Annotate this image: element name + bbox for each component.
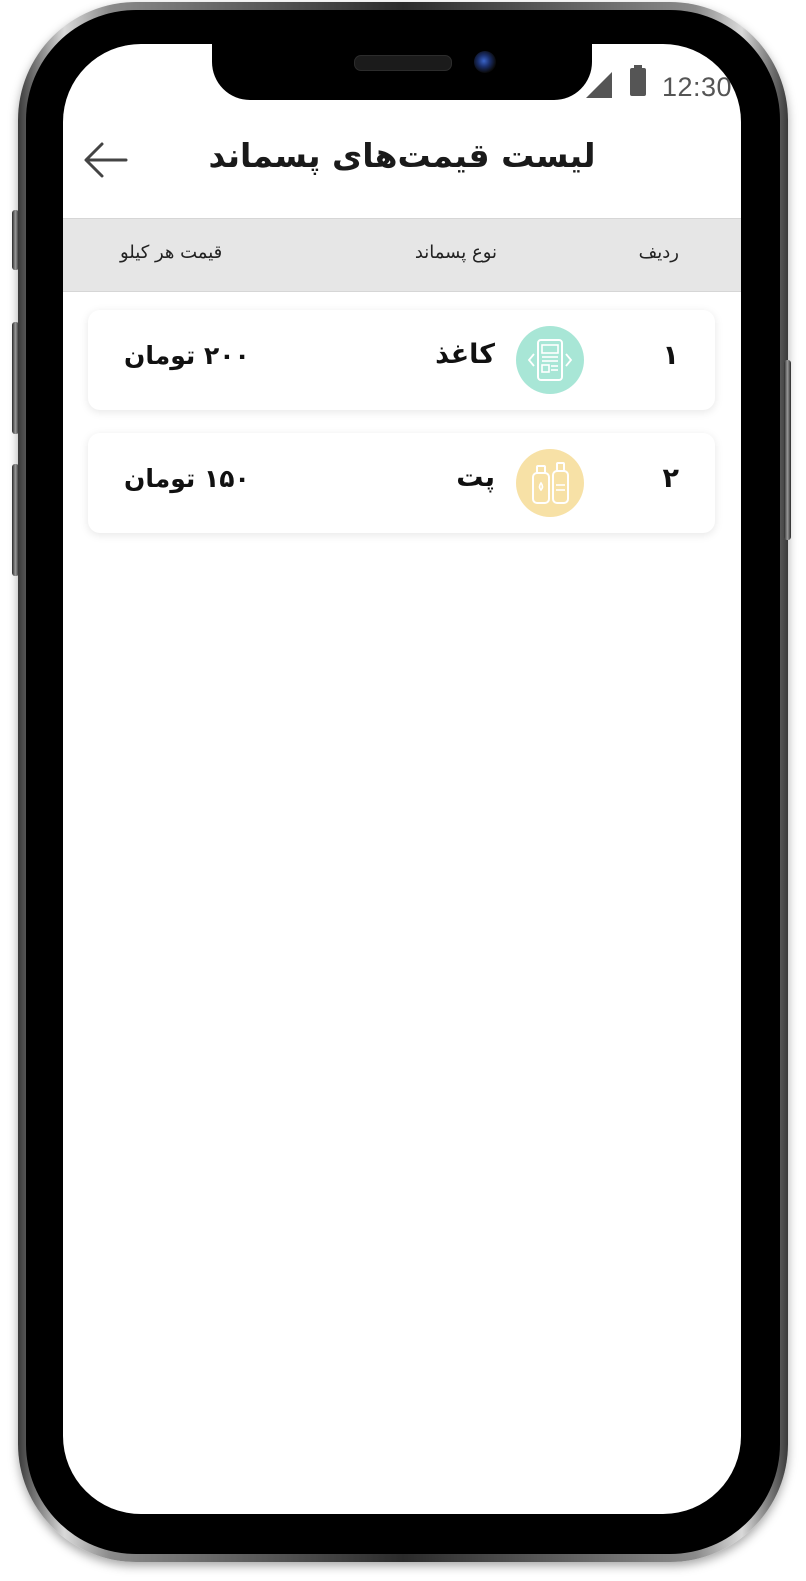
phone-side-button: [784, 360, 791, 540]
speaker-grille: [354, 55, 452, 71]
row-type: کاغذ: [435, 339, 495, 370]
front-camera: [474, 51, 496, 73]
paper-icon: [516, 326, 584, 394]
table-row[interactable]: ۲ پت ۱۵۰ تومان: [88, 433, 715, 533]
plastic-bottles-icon: [516, 449, 584, 517]
page-title: لیست قیمت‌های پسماند: [208, 136, 596, 175]
signal-icon: [586, 72, 612, 98]
column-header-type: نوع پسماند: [414, 242, 497, 263]
row-price: ۱۵۰ تومان: [124, 464, 250, 493]
battery-icon: [630, 65, 646, 96]
status-time: 12:30: [662, 72, 733, 102]
row-index: ۲: [662, 463, 679, 494]
phone-side-button: [12, 322, 19, 434]
table-header: ردیف نوع پسماند قیمت هر کیلو: [63, 218, 741, 292]
phone-side-button: [12, 464, 19, 576]
column-header-price: قیمت هر کیلو: [120, 242, 223, 263]
status-bar: 12:30: [580, 65, 740, 110]
row-price: ۲۰۰ تومان: [124, 341, 250, 370]
column-header-index: ردیف: [638, 242, 679, 263]
table-row[interactable]: ۱ کاغذ ۲۰۰ تومان: [88, 310, 715, 410]
row-index: ۱: [662, 340, 679, 371]
row-type: پت: [456, 462, 495, 493]
phone-side-button: [12, 210, 19, 270]
